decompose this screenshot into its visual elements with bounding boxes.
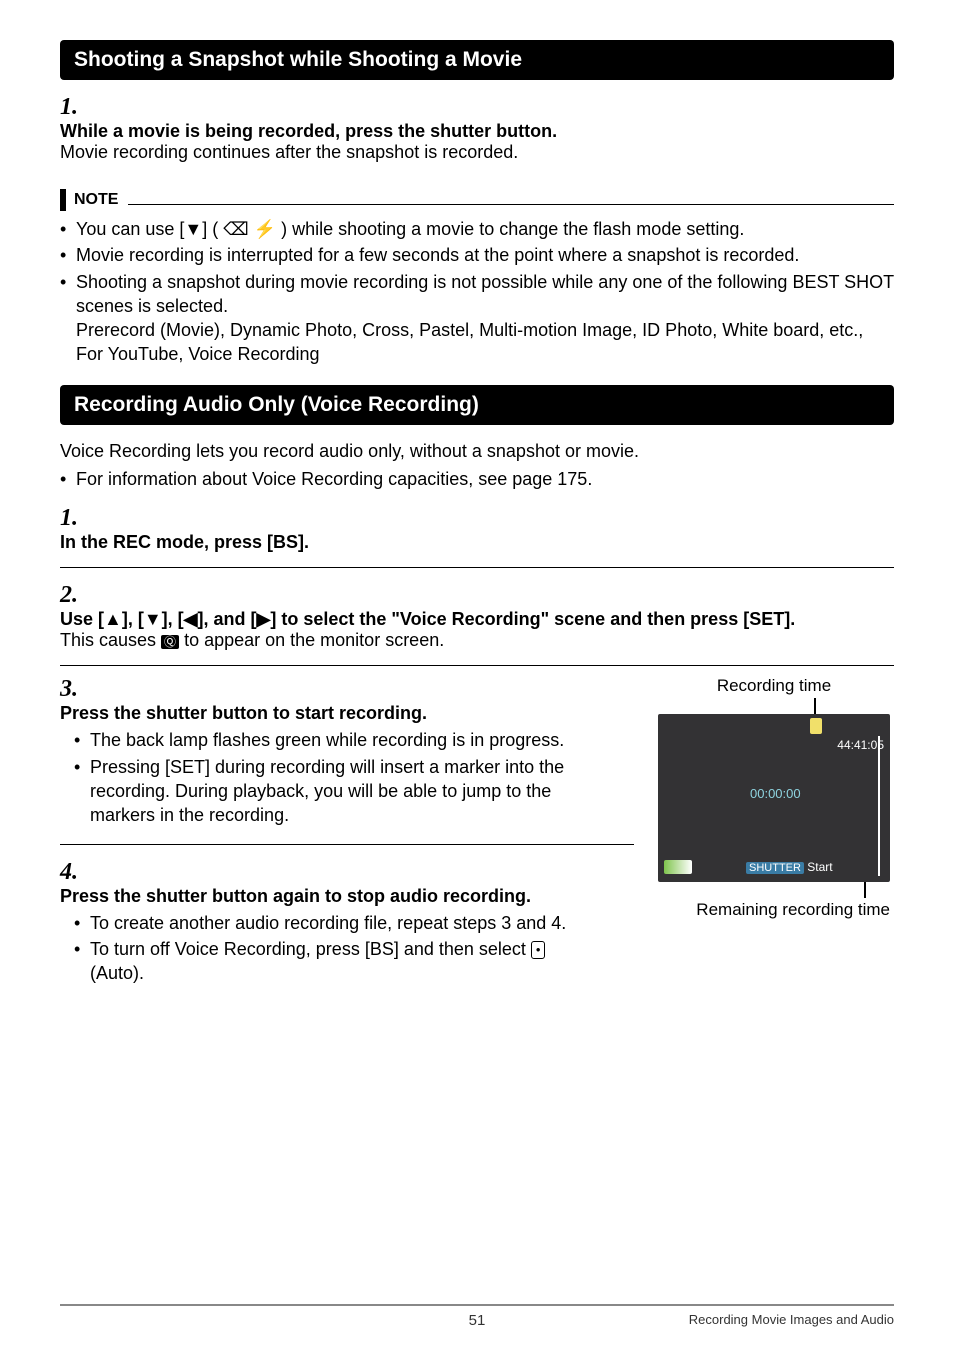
section-heading-1: Shooting a Snapshot while Shooting a Mov…: [60, 40, 894, 80]
divider: [60, 665, 894, 666]
text: ], [: [122, 609, 144, 629]
shutter-badge: SHUTTER: [746, 862, 804, 874]
s2-step-2: 2. Use [▲], [▼], [◀], and [▶] to select …: [60, 582, 894, 651]
left-arrow-icon: ◀: [184, 609, 198, 629]
callout-line: [878, 736, 880, 876]
total-time: 44:41:05: [837, 738, 884, 752]
note-label: NOTE: [74, 191, 118, 209]
intro-line: Voice Recording lets you record audio on…: [60, 441, 639, 461]
mic-icon: Ⓠ: [161, 635, 179, 649]
step-title: Use [▲], [▼], [◀], and [▶] to select the…: [60, 609, 795, 629]
note-rule: [128, 195, 894, 205]
step-number: 2.: [60, 582, 90, 609]
text: to appear on the monitor screen.: [179, 630, 444, 650]
step-title: In the REC mode, press [BS].: [60, 532, 309, 552]
note-block: NOTE You can use [▼] ( ⌫ ⚡ ) while shoot…: [60, 189, 894, 367]
start-text: Start: [807, 860, 832, 874]
sub-bullet: To turn off Voice Recording, press [BS] …: [74, 937, 600, 986]
text: To turn off Voice Recording, press [BS] …: [90, 939, 531, 959]
elapsed-time: 00:00:00: [750, 786, 801, 801]
step-title: Press the shutter button again to stop a…: [60, 886, 531, 906]
battery-icon: [664, 860, 692, 874]
sub-bullet: To create another audio recording file, …: [74, 911, 600, 935]
intro-bullet: For information about Voice Recording ca…: [60, 467, 894, 491]
intro-text: Voice Recording lets you record audio on…: [60, 439, 894, 492]
divider: [60, 844, 634, 845]
step-number: 1.: [60, 505, 90, 532]
text: This causes: [60, 630, 161, 650]
step-number: 1.: [60, 94, 90, 121]
s2-step-4: 4. Press the shutter button again to sto…: [60, 859, 634, 988]
sub-bullet: The back lamp flashes green while record…: [74, 728, 600, 752]
step-number: 3.: [60, 676, 90, 703]
mic-indicator-icon: [810, 718, 822, 734]
note-item: You can use [▼] ( ⌫ ⚡ ) while shooting a…: [60, 217, 894, 241]
step-title: While a movie is being recorded, press t…: [60, 121, 557, 141]
up-arrow-icon: ▲: [104, 609, 122, 629]
sub-bullet: Pressing [SET] during recording will ins…: [74, 755, 600, 828]
page-number: 51: [469, 1312, 486, 1329]
shutter-start-label: SHUTTER Start: [746, 860, 833, 874]
text: ], [: [162, 609, 184, 629]
s2-step-1: 1. In the REC mode, press [BS].: [60, 505, 894, 553]
step-number: 4.: [60, 859, 90, 886]
auto-mode-icon: •: [531, 941, 546, 959]
right-arrow-icon: ▶: [257, 609, 271, 629]
text: ] to select the "Voice Recording" scene …: [270, 609, 795, 629]
s2-step-3: 3. Press the shutter button to start rec…: [60, 676, 634, 829]
pointer-line: [814, 698, 816, 714]
text: Use [: [60, 609, 104, 629]
note-item: Shooting a snapshot during movie recordi…: [60, 270, 894, 367]
step-desc: Movie recording continues after the snap…: [60, 142, 518, 162]
divider: [60, 567, 894, 568]
step-title: Press the shutter button to start record…: [60, 703, 427, 723]
note-bar-icon: [60, 189, 66, 211]
step-desc: This causes Ⓠ to appear on the monitor s…: [60, 630, 444, 650]
step-1: 1. While a movie is being recorded, pres…: [60, 94, 894, 163]
text: (Auto).: [90, 963, 144, 983]
footer-section: Recording Movie Images and Audio: [689, 1312, 894, 1327]
note-item: Movie recording is interrupted for a few…: [60, 243, 894, 267]
preview-column: Recording time 44:41:05 00:00:00 SHUTTER…: [654, 676, 894, 920]
recording-time-label: Recording time: [654, 676, 894, 696]
lcd-preview: 44:41:05 00:00:00 SHUTTER Start: [658, 714, 890, 882]
pointer-line: [864, 882, 866, 898]
down-arrow-icon: ▼: [144, 609, 162, 629]
section-heading-2: Recording Audio Only (Voice Recording): [60, 385, 894, 425]
remaining-time-label: Remaining recording time: [654, 900, 894, 920]
text: ], and [: [198, 609, 257, 629]
page-footer: 51 Recording Movie Images and Audio: [60, 1304, 894, 1327]
